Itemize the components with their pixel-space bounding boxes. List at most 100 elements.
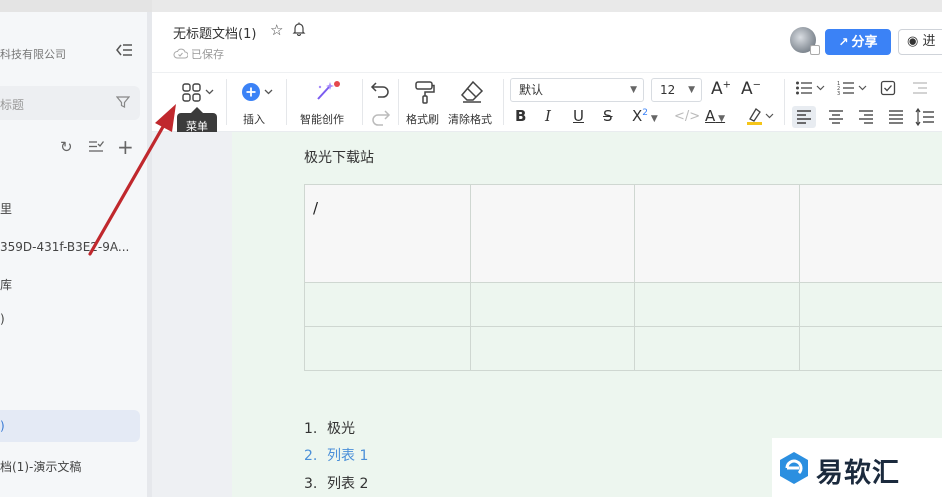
table-cell[interactable] — [469, 326, 636, 371]
document-header: 无标题文档(1) ☆ 已保存 ↗ 分享 ◉ 进 — [152, 12, 942, 72]
redo-icon[interactable] — [370, 108, 392, 128]
magic-wand-icon — [317, 81, 340, 100]
table-cell[interactable] — [304, 282, 471, 327]
chevron-down-icon: ▼ — [688, 85, 695, 95]
numbered-list-icon[interactable]: 123 — [837, 80, 871, 100]
line-spacing-icon[interactable] — [914, 106, 940, 132]
menu-button[interactable] — [180, 81, 218, 103]
table-cell[interactable] — [469, 282, 636, 327]
code-icon[interactable]: </> — [674, 109, 700, 124]
separator — [362, 79, 363, 125]
refresh-icon[interactable]: ↻ — [60, 138, 73, 156]
bullet-list-icon[interactable] — [795, 80, 829, 100]
undo-icon[interactable] — [370, 80, 392, 100]
font-color-icon[interactable]: A ▼ — [705, 107, 725, 125]
align-center-icon[interactable] — [824, 106, 848, 132]
table-cell[interactable]: / — [304, 184, 471, 283]
format-painter-button[interactable] — [413, 79, 437, 105]
list-number: 1. — [304, 421, 318, 437]
list-number: 2. — [304, 448, 318, 464]
table-cell[interactable] — [798, 282, 942, 327]
strikethrough-icon[interactable]: S — [603, 107, 613, 125]
indent-icon[interactable] — [912, 81, 928, 99]
ai-create-label: 智能创作 — [300, 113, 344, 126]
font-size-select[interactable]: 12 ▼ — [651, 78, 702, 102]
share-button[interactable]: ↗ 分享 — [825, 29, 891, 55]
font-family-select[interactable]: 默认 ▼ — [510, 78, 644, 102]
company-name: 科技有限公司 — [0, 48, 66, 61]
font-size-value: 12 — [660, 83, 676, 97]
document-heading[interactable]: 极光下载站 — [304, 147, 374, 167]
table-cell[interactable] — [304, 326, 471, 371]
tree-item[interactable]: 里 — [0, 200, 140, 217]
table-cell[interactable] — [634, 184, 800, 283]
view-button[interactable]: ◉ 进 — [898, 29, 942, 55]
table-cell[interactable] — [634, 282, 800, 327]
increase-font-icon[interactable]: A+ — [711, 79, 731, 99]
highlight-icon[interactable] — [746, 107, 776, 129]
separator — [503, 79, 504, 125]
watermark-text: 易软汇 — [816, 458, 900, 489]
eye-icon: ◉ — [907, 34, 919, 49]
document-table[interactable]: / — [304, 184, 942, 371]
table-cell[interactable] — [634, 326, 800, 371]
cloud-check-icon — [173, 48, 188, 59]
underline-icon[interactable]: U — [573, 107, 584, 125]
table-cell[interactable] — [469, 184, 636, 283]
eraser-icon — [460, 80, 484, 103]
checklist-icon[interactable] — [880, 80, 896, 100]
insert-label: 插入 — [243, 113, 265, 126]
italic-icon[interactable]: I — [545, 107, 551, 125]
list-item[interactable]: 3. 列表 2 — [304, 473, 368, 493]
table-cell[interactable] — [798, 326, 942, 371]
editor-toolbar: 插入 智能创作 格式刷 清除格式 默认 ▼ 12 ▼ A+ A− B I U S X… — [152, 72, 942, 132]
share-label: 分享 — [851, 35, 878, 50]
sidebar: 科技有限公司 标题 ↻ + 里 359D-431f-B3E2-9A... 库 )… — [0, 12, 148, 497]
bold-icon[interactable]: B — [515, 107, 526, 125]
sidebar-search-input[interactable]: 标题 — [0, 86, 140, 120]
list-number: 3. — [304, 476, 318, 492]
format-painter-label: 格式刷 — [406, 113, 439, 126]
watermark: 易软汇 — [772, 438, 942, 497]
search-placeholder: 标题 — [0, 98, 25, 112]
table-cell[interactable] — [798, 184, 942, 283]
add-icon[interactable]: + — [117, 135, 134, 159]
tree-item[interactable]: 档(1)-演示文稿 — [0, 458, 140, 475]
separator — [784, 79, 785, 125]
collapse-sidebar-icon[interactable] — [114, 42, 136, 60]
justify-icon[interactable] — [884, 106, 908, 132]
star-icon[interactable]: ☆ — [270, 21, 283, 39]
plus-circle-icon — [242, 83, 273, 101]
tree-item[interactable]: ) — [0, 312, 140, 326]
list-item[interactable]: 1. 极光 — [304, 418, 355, 438]
filter-icon[interactable] — [116, 95, 130, 109]
list-item[interactable]: 2. 列表 1 — [304, 445, 368, 465]
svg-text:3: 3 — [837, 91, 840, 96]
bell-icon[interactable] — [292, 22, 306, 36]
paint-roller-icon — [415, 81, 435, 104]
document-title[interactable]: 无标题文档(1) — [173, 23, 256, 42]
separator — [398, 79, 399, 125]
window-top-strip — [0, 0, 942, 12]
view-label: 进 — [922, 34, 936, 49]
share-icon: ↗ — [838, 35, 849, 49]
list-text: 极光 — [327, 421, 355, 437]
watermark-logo-icon — [780, 452, 808, 484]
separator — [286, 79, 287, 125]
saved-text: 已保存 — [191, 48, 224, 61]
tree-item[interactable]: 359D-431f-B3E2-9A... — [0, 240, 140, 254]
clear-format-button[interactable] — [459, 79, 485, 105]
sort-check-icon[interactable] — [88, 139, 105, 158]
tree-item-selected[interactable]: ) — [0, 410, 140, 442]
font-family-value: 默认 — [519, 83, 544, 97]
superscript-icon[interactable]: X2 ▼ — [632, 107, 658, 125]
ai-create-button[interactable] — [312, 79, 342, 105]
decrease-font-icon[interactable]: A− — [741, 79, 761, 99]
align-left-icon[interactable] — [792, 106, 816, 128]
list-text: 列表 2 — [327, 476, 369, 492]
insert-button[interactable] — [240, 81, 280, 103]
tree-toolbar: ↻ + — [58, 135, 138, 159]
align-right-icon[interactable] — [854, 106, 878, 132]
tree-item[interactable]: 库 — [0, 276, 140, 293]
clear-format-label: 清除格式 — [448, 113, 492, 126]
